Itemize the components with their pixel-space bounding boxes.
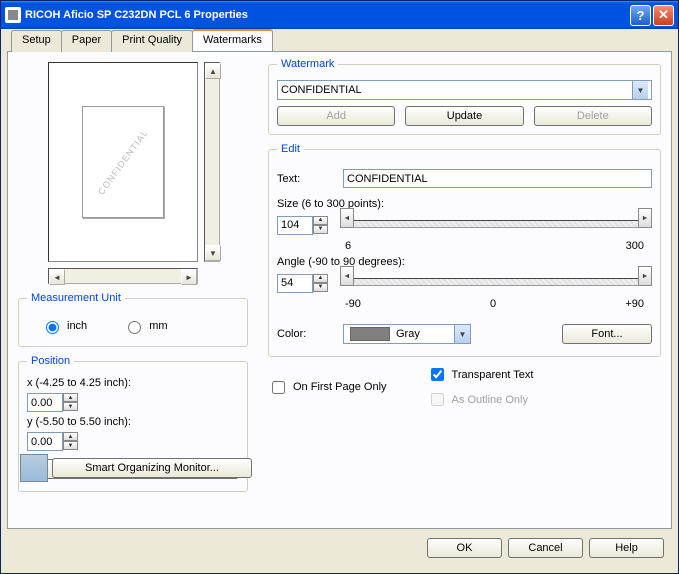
position-y-input[interactable] <box>27 432 63 451</box>
preview-scrollbar-vertical[interactable]: ▲ ▼ <box>204 62 220 262</box>
spin-down-icon[interactable]: ▼ <box>63 441 78 450</box>
edit-text-label: Text: <box>277 173 337 185</box>
watermark-update-button[interactable]: Update <box>405 106 523 126</box>
tab-panel-watermarks: CONFIDENTIAL ▲ ▼ ◄ ► Measurement Unit <box>7 51 672 529</box>
transparent-text-label: Transparent Text <box>452 369 534 381</box>
unit-inch-label: inch <box>67 320 87 332</box>
size-slider[interactable]: ◄ ► <box>340 214 652 236</box>
outline-only-label: As Outline Only <box>452 394 528 406</box>
spin-down-icon[interactable]: ▼ <box>63 402 78 411</box>
scroll-down-icon[interactable]: ▼ <box>205 245 221 261</box>
position-y-spinner[interactable]: ▲▼ <box>27 432 78 451</box>
position-x-input[interactable] <box>27 393 63 412</box>
window-title: RICOH Aficio SP C232DN PCL 6 Properties <box>25 9 248 21</box>
help-button[interactable]: Help <box>589 538 664 558</box>
preview-canvas: CONFIDENTIAL <box>48 62 198 262</box>
position-legend: Position <box>27 355 74 367</box>
slider-right-icon[interactable]: ► <box>638 208 652 228</box>
unit-inch-input[interactable] <box>46 321 59 334</box>
angle-max: +90 <box>625 298 644 310</box>
edit-legend: Edit <box>277 143 304 155</box>
color-select[interactable]: Gray ▼ <box>343 324 471 344</box>
cancel-button[interactable]: Cancel <box>508 538 583 558</box>
tab-print-quality[interactable]: Print Quality <box>111 30 193 52</box>
font-button[interactable]: Font... <box>562 324 652 344</box>
edit-text-input[interactable] <box>343 169 652 188</box>
chevron-down-icon[interactable]: ▼ <box>454 325 470 343</box>
ok-button[interactable]: OK <box>427 538 502 558</box>
transparent-text-checkbox[interactable]: Transparent Text <box>427 365 534 384</box>
edit-group: Edit Text: Size (6 to 300 points): ▲▼ <box>268 143 661 357</box>
titlebar-help-button[interactable]: ? <box>630 5 651 26</box>
titlebar: RICOH Aficio SP C232DN PCL 6 Properties … <box>1 1 678 29</box>
spin-down-icon[interactable]: ▼ <box>313 283 328 292</box>
color-swatch <box>350 327 390 341</box>
watermark-add-button[interactable]: Add <box>277 106 395 126</box>
position-x-label: x (-4.25 to 4.25 inch): <box>27 377 239 389</box>
spin-up-icon[interactable]: ▲ <box>63 432 78 441</box>
scroll-right-icon[interactable]: ► <box>181 269 197 285</box>
angle-mid: 0 <box>490 298 496 310</box>
unit-inch-radio[interactable]: inch <box>41 318 87 334</box>
outline-only-checkbox: As Outline Only <box>427 390 534 409</box>
tab-paper[interactable]: Paper <box>61 30 112 52</box>
preview-scrollbar-horizontal[interactable]: ◄ ► <box>48 268 198 284</box>
preview-area: CONFIDENTIAL ▲ ▼ ◄ ► <box>48 62 238 282</box>
first-page-only-label: On First Page Only <box>293 381 387 393</box>
dialog-button-bar: OK Cancel Help <box>5 531 674 565</box>
app-icon <box>5 7 21 23</box>
monitor-icon <box>20 454 48 482</box>
color-label: Color: <box>277 328 337 340</box>
tab-strip: Setup Paper Print Quality Watermarks <box>5 29 674 51</box>
preview-page: CONFIDENTIAL <box>82 106 164 218</box>
properties-dialog: RICOH Aficio SP C232DN PCL 6 Properties … <box>0 0 679 574</box>
scroll-left-icon[interactable]: ◄ <box>49 269 65 285</box>
position-y-label: y (-5.50 to 5.50 inch): <box>27 416 239 428</box>
position-x-spinner[interactable]: ▲▼ <box>27 393 78 412</box>
color-name: Gray <box>396 328 420 340</box>
unit-mm-input[interactable] <box>128 321 141 334</box>
size-spinner[interactable]: ▲▼ <box>277 216 328 235</box>
size-label: Size (6 to 300 points): <box>277 198 652 210</box>
angle-label: Angle (-90 to 90 degrees): <box>277 256 652 268</box>
angle-input[interactable] <box>277 274 313 293</box>
angle-min: -90 <box>345 298 361 310</box>
watermark-select[interactable]: CONFIDENTIAL ▼ <box>277 80 652 100</box>
unit-mm-radio[interactable]: mm <box>123 318 167 334</box>
size-min: 6 <box>345 240 351 252</box>
tab-watermarks[interactable]: Watermarks <box>192 29 273 51</box>
spin-up-icon[interactable]: ▲ <box>313 216 328 225</box>
size-max: 300 <box>626 240 644 252</box>
slider-right-icon[interactable]: ► <box>638 266 652 286</box>
unit-mm-label: mm <box>149 320 167 332</box>
measurement-unit-group: Measurement Unit inch mm <box>18 292 248 347</box>
preview-watermark-text: CONFIDENTIAL <box>96 128 150 197</box>
transparent-text-input[interactable] <box>431 368 444 381</box>
angle-spinner[interactable]: ▲▼ <box>277 274 328 293</box>
size-input[interactable] <box>277 216 313 235</box>
angle-slider[interactable]: ◄ ► <box>340 272 652 294</box>
watermark-select-value: CONFIDENTIAL <box>281 84 362 96</box>
slider-left-icon[interactable]: ◄ <box>340 208 354 228</box>
watermark-delete-button[interactable]: Delete <box>534 106 652 126</box>
chevron-down-icon[interactable]: ▼ <box>632 81 648 99</box>
spin-up-icon[interactable]: ▲ <box>63 393 78 402</box>
scroll-up-icon[interactable]: ▲ <box>205 63 221 79</box>
watermark-legend: Watermark <box>277 58 338 70</box>
measurement-legend: Measurement Unit <box>27 292 125 304</box>
first-page-only-checkbox[interactable]: On First Page Only <box>268 378 387 397</box>
first-page-only-input[interactable] <box>272 381 285 394</box>
slider-left-icon[interactable]: ◄ <box>340 266 354 286</box>
spin-down-icon[interactable]: ▼ <box>313 225 328 234</box>
titlebar-close-button[interactable]: ✕ <box>653 5 674 26</box>
tab-setup[interactable]: Setup <box>11 30 62 52</box>
watermark-group: Watermark CONFIDENTIAL ▼ Add Update Dele… <box>268 58 661 135</box>
outline-only-input <box>431 393 444 406</box>
spin-up-icon[interactable]: ▲ <box>313 274 328 283</box>
smart-organizing-monitor-button[interactable]: Smart Organizing Monitor... <box>52 458 252 478</box>
